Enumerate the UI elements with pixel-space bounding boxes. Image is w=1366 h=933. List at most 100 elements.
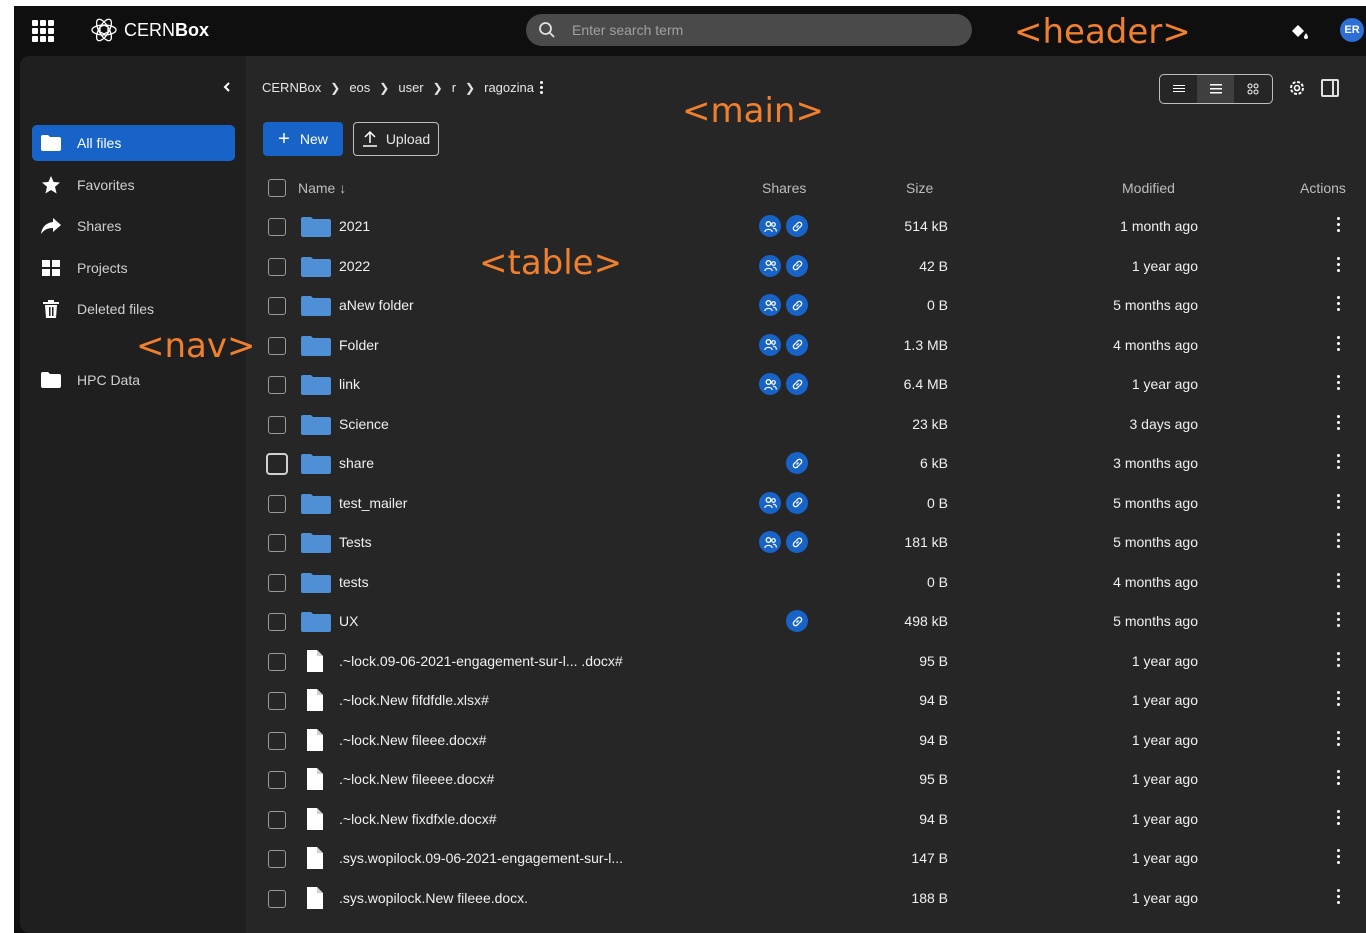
table-row[interactable]: .~lock.09-06-2021-engagement-sur-l... .d… (246, 642, 1366, 682)
select-all-checkbox[interactable] (268, 179, 286, 197)
row-checkbox[interactable] (268, 218, 286, 236)
shared-with-people-icon[interactable] (759, 215, 781, 237)
upload-button[interactable]: Upload (353, 122, 439, 156)
table-row[interactable]: .~lock.New fixdfxle.docx# 94 B 1 year ago (246, 800, 1366, 840)
table-row[interactable]: Folder 1.3 MB 4 months ago (246, 326, 1366, 366)
row-checkbox[interactable] (268, 257, 286, 276)
public-link-icon[interactable] (786, 610, 808, 632)
file-name[interactable]: aNew folder (339, 297, 414, 313)
file-name[interactable]: .~lock.New fifdfdle.xlsx# (339, 692, 489, 708)
sidebar-item-hpc-data[interactable]: HPC Data (32, 362, 235, 398)
row-checkbox[interactable] (268, 415, 286, 434)
row-actions-kebab-icon[interactable] (1337, 256, 1340, 272)
row-actions-kebab-icon[interactable] (1337, 217, 1340, 232)
table-row[interactable]: test_mailer 0 B 5 months ago (246, 484, 1366, 524)
row-actions-kebab-icon[interactable] (1337, 691, 1340, 706)
sidebar-item-favorites[interactable]: Favorites (32, 167, 235, 203)
row-actions-kebab-icon[interactable] (1337, 414, 1340, 430)
row-actions-kebab-icon[interactable] (1337, 888, 1340, 904)
row-actions-kebab-icon[interactable] (1337, 849, 1340, 864)
table-row[interactable]: UX 498 kB 5 months ago (246, 602, 1366, 642)
table-row[interactable]: .~lock.New fileee.docx# 94 B 1 year ago (246, 721, 1366, 761)
public-link-icon[interactable] (786, 333, 808, 356)
file-name[interactable]: .sys.wopilock.New fileee.docx. (339, 890, 528, 906)
table-row[interactable]: Tests 181 kB 5 months ago (246, 523, 1366, 563)
table-row[interactable]: share 6 kB 3 months ago (246, 444, 1366, 484)
row-checkbox[interactable] (268, 850, 286, 868)
row-checkbox[interactable] (266, 453, 288, 475)
toggle-right-sidebar-icon[interactable] (1321, 79, 1339, 97)
sidebar-item-shares[interactable]: Shares (32, 208, 235, 244)
column-header-size[interactable]: Size (906, 180, 933, 196)
shared-with-people-icon[interactable] (759, 294, 781, 316)
view-tiles-button[interactable] (1234, 75, 1271, 103)
file-name[interactable]: Science (339, 416, 389, 432)
row-checkbox[interactable] (268, 810, 286, 829)
row-actions-kebab-icon[interactable] (1337, 730, 1340, 746)
file-name[interactable]: test_mailer (339, 495, 407, 511)
row-checkbox[interactable] (268, 534, 286, 552)
collapse-sidebar-icon[interactable] (220, 80, 234, 94)
row-checkbox[interactable] (268, 297, 286, 315)
column-header-modified[interactable]: Modified (1122, 180, 1175, 196)
breadcrumb-item[interactable]: r (452, 80, 456, 95)
row-checkbox[interactable] (268, 613, 286, 631)
view-table-button[interactable] (1197, 75, 1234, 103)
table-row[interactable]: .~lock.New fifdfdle.xlsx# 94 B 1 year ago (246, 681, 1366, 721)
table-row[interactable]: .sys.wopilock.New fileee.docx. 188 B 1 yea… (246, 879, 1366, 919)
breadcrumb-item[interactable]: CERNBox (262, 80, 321, 95)
row-actions-kebab-icon[interactable] (1337, 651, 1340, 667)
shared-with-people-icon[interactable] (759, 531, 781, 553)
shared-with-people-icon[interactable] (759, 254, 781, 277)
row-actions-kebab-icon[interactable] (1337, 770, 1340, 785)
file-name[interactable]: .~lock.New fixdfxle.docx# (339, 811, 497, 827)
public-link-icon[interactable] (786, 452, 808, 474)
row-checkbox[interactable] (268, 336, 286, 355)
row-checkbox[interactable] (268, 731, 286, 750)
row-actions-kebab-icon[interactable] (1337, 454, 1340, 469)
row-actions-kebab-icon[interactable] (1337, 296, 1340, 311)
shared-with-people-icon[interactable] (759, 373, 781, 395)
file-name[interactable]: Folder (339, 337, 379, 353)
table-row[interactable]: 2021 514 kB 1 month ago (246, 207, 1366, 247)
logo[interactable]: CERNBox (90, 17, 209, 43)
shared-with-people-icon[interactable] (759, 491, 781, 514)
row-actions-kebab-icon[interactable] (1337, 809, 1340, 825)
theme-paint-bucket-icon[interactable] (1288, 20, 1310, 42)
row-actions-kebab-icon[interactable] (1337, 493, 1340, 509)
user-avatar[interactable]: ER (1340, 18, 1364, 42)
public-link-icon[interactable] (786, 531, 808, 553)
row-actions-kebab-icon[interactable] (1337, 572, 1340, 588)
public-link-icon[interactable] (786, 373, 808, 395)
file-name[interactable]: share (339, 455, 374, 471)
file-name[interactable]: Tests (339, 534, 372, 550)
row-checkbox[interactable] (268, 692, 286, 710)
row-checkbox[interactable] (268, 889, 286, 908)
breadcrumb-item[interactable]: eos (349, 80, 370, 95)
file-name[interactable]: 2022 (339, 258, 370, 274)
public-link-icon[interactable] (786, 215, 808, 237)
file-name[interactable]: .~lock.New fileee.docx# (339, 732, 486, 748)
search-bar[interactable] (526, 14, 972, 46)
row-checkbox[interactable] (268, 652, 286, 671)
public-link-icon[interactable] (786, 491, 808, 514)
file-name[interactable]: tests (339, 574, 369, 590)
row-checkbox[interactable] (268, 771, 286, 789)
table-row[interactable]: aNew folder 0 B 5 months ago (246, 286, 1366, 326)
app-switcher-icon[interactable] (32, 20, 54, 42)
row-actions-kebab-icon[interactable] (1337, 335, 1340, 351)
table-row[interactable]: Science 23 kB 3 days ago (246, 405, 1366, 445)
search-input[interactable] (570, 21, 954, 39)
folder-actions-kebab-icon[interactable] (539, 81, 543, 94)
column-header-name[interactable]: Name ↓ (298, 180, 346, 196)
row-checkbox[interactable] (268, 494, 286, 513)
row-actions-kebab-icon[interactable] (1337, 375, 1340, 390)
row-actions-kebab-icon[interactable] (1337, 612, 1340, 627)
public-link-icon[interactable] (786, 294, 808, 316)
file-name[interactable]: 2021 (339, 218, 370, 234)
file-name[interactable]: .~lock.09-06-2021-engagement-sur-l... .d… (339, 653, 623, 669)
file-name[interactable]: .~lock.New fileeee.docx# (339, 771, 494, 787)
breadcrumb-item[interactable]: user (398, 80, 423, 95)
shared-with-people-icon[interactable] (759, 333, 781, 356)
table-row[interactable]: .~lock.New fileeee.docx# 95 B 1 year ago (246, 760, 1366, 800)
